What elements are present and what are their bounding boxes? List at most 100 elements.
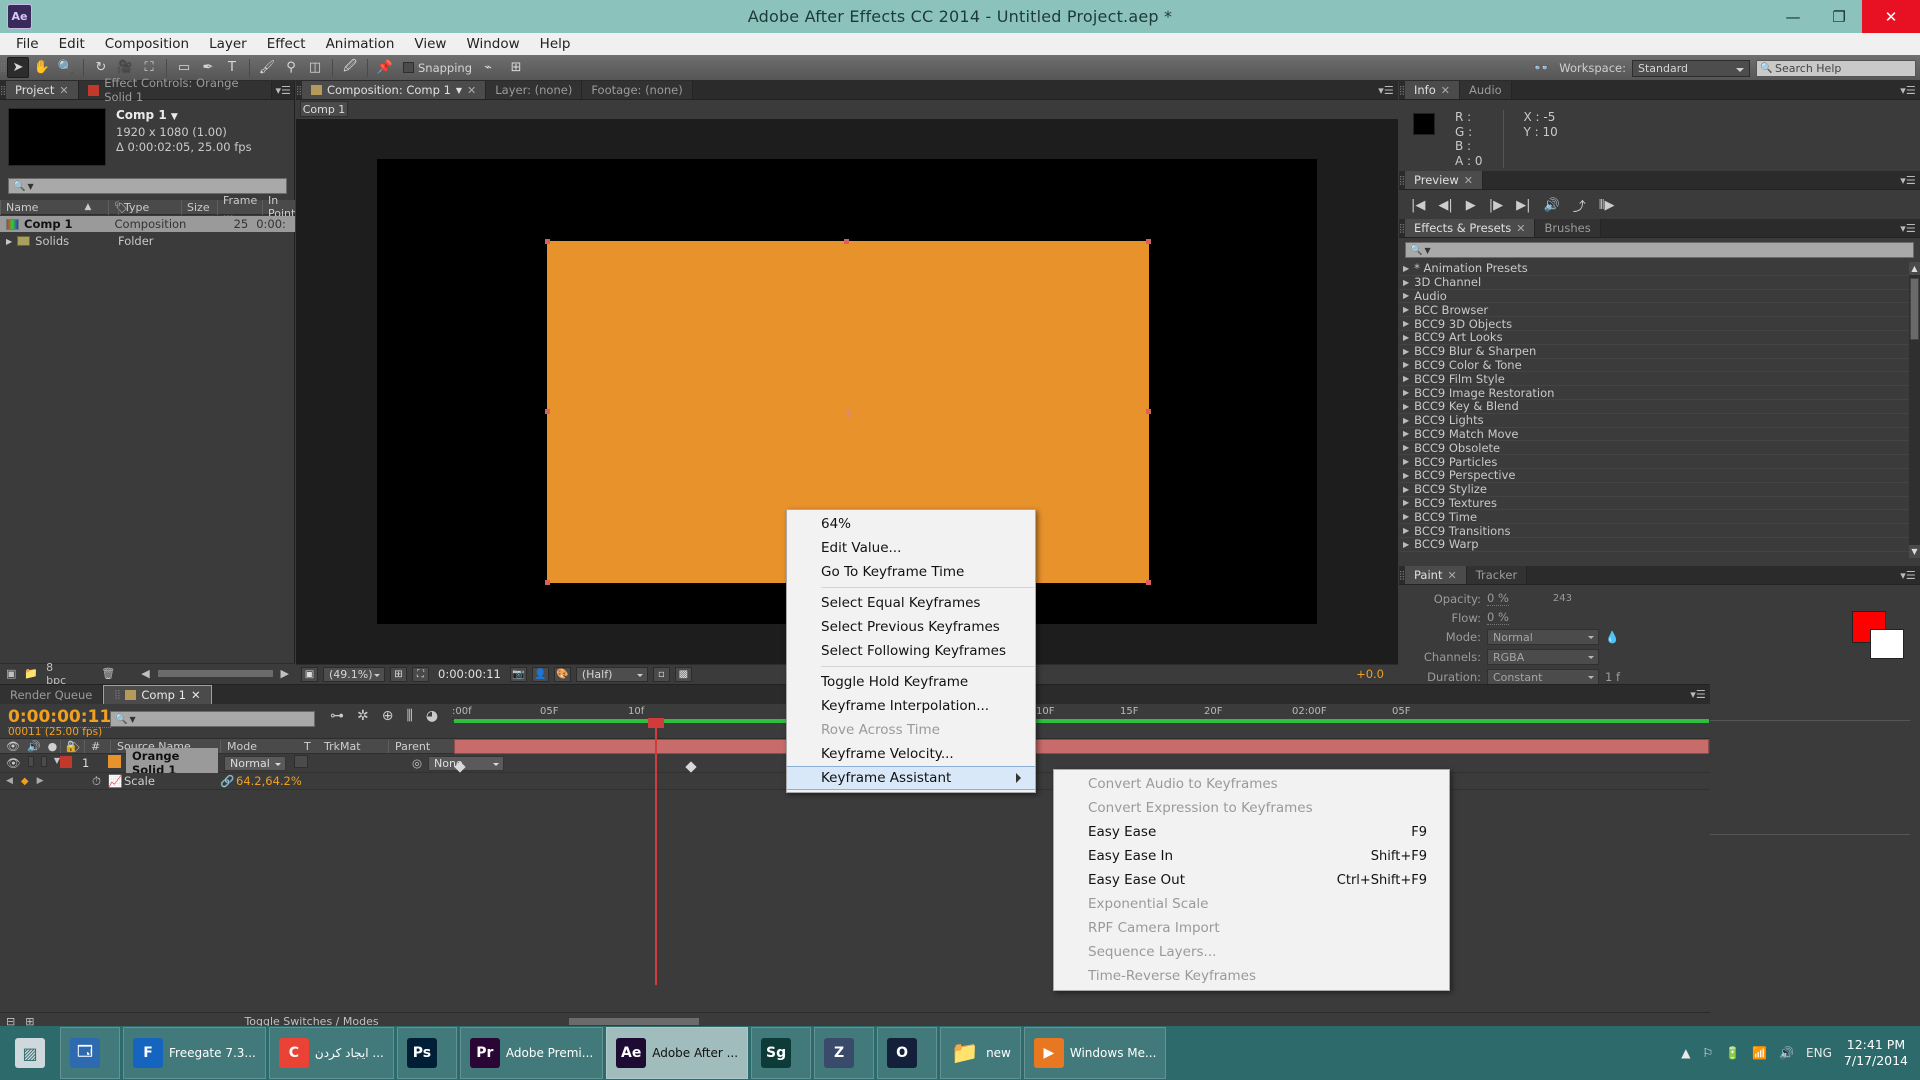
- selection-handle[interactable]: [545, 580, 550, 585]
- submenu-item[interactable]: Easy Ease F9: [1054, 820, 1449, 844]
- effects-list-item[interactable]: ▶ BCC9 Art Looks: [1399, 330, 1920, 345]
- context-menu-item[interactable]: Go To Keyframe Time: [787, 560, 1035, 584]
- transparency-grid-icon[interactable]: ▩: [674, 666, 692, 682]
- shape-tool-icon[interactable]: ▭: [173, 57, 195, 78]
- snapshot-icon[interactable]: 📷: [509, 666, 527, 682]
- opacity-value[interactable]: 0 %: [1487, 591, 1509, 606]
- comp-timecode[interactable]: 0:00:00:11: [434, 667, 505, 681]
- tab-tracker[interactable]: Tracker: [1466, 566, 1528, 584]
- flow-value[interactable]: 0 %: [1487, 610, 1509, 625]
- taskbar-item[interactable]: F Freegate 7.3...: [123, 1027, 266, 1079]
- expand-caret-icon[interactable]: ▶: [1403, 471, 1409, 480]
- timeline-search-input[interactable]: 🔍 ▼: [110, 711, 315, 727]
- panel-menu-icon[interactable]: ▾☰: [272, 81, 294, 99]
- selection-handle[interactable]: [1146, 239, 1151, 244]
- expand-caret-icon[interactable]: ▶: [1403, 540, 1409, 549]
- expand-caret-icon[interactable]: ▶: [1403, 347, 1409, 356]
- submenu-item[interactable]: Easy Ease In Shift+F9: [1054, 844, 1449, 868]
- context-menu-item[interactable]: Keyframe Interpolation...: [787, 694, 1035, 718]
- channel-select-icon[interactable]: 🎨: [553, 666, 571, 682]
- expand-caret-icon[interactable]: ▶: [1403, 429, 1409, 438]
- taskbar-item[interactable]: Pr Adobe Premi...: [459, 1027, 604, 1079]
- menu-animation[interactable]: Animation: [316, 34, 405, 54]
- scroll-right-icon[interactable]: ▶: [281, 667, 289, 680]
- effects-list-item[interactable]: ▶ BCC Browser: [1399, 303, 1920, 318]
- puppet-pin-tool-icon[interactable]: 📌: [374, 57, 396, 78]
- snapping-checkbox[interactable]: [403, 62, 414, 73]
- close-icon[interactable]: ✕: [1516, 222, 1525, 235]
- context-menu-item[interactable]: Select Previous Keyframes: [787, 615, 1035, 639]
- keyframe-marker[interactable]: [454, 761, 466, 773]
- expand-caret-icon[interactable]: ▶: [1403, 498, 1409, 507]
- menu-composition[interactable]: Composition: [95, 34, 199, 54]
- playhead-handle[interactable]: [648, 718, 664, 728]
- context-menu-item[interactable]: Select Equal Keyframes: [787, 591, 1035, 615]
- taskbar-item[interactable]: 🗔: [60, 1027, 120, 1079]
- effects-list-item[interactable]: ▶ BCC9 Warp: [1399, 537, 1920, 552]
- new-folder-icon[interactable]: 📁: [24, 667, 38, 680]
- selection-handle[interactable]: [1146, 580, 1151, 585]
- expand-caret-icon[interactable]: ▶: [1403, 360, 1409, 369]
- expand-caret-icon[interactable]: ▶: [1403, 319, 1409, 328]
- tab-effects-presets[interactable]: Effects & Presets ✕: [1405, 219, 1536, 237]
- scroll-left-icon[interactable]: ◀: [141, 667, 149, 680]
- background-color-swatch[interactable]: [1870, 629, 1904, 659]
- expand-caret-icon[interactable]: ▶: [1403, 457, 1409, 466]
- constrain-proportions-icon[interactable]: 🔗: [220, 774, 236, 788]
- composition-mini-flowchart-icon[interactable]: ⊶: [330, 708, 344, 724]
- submenu-item[interactable]: Easy Ease Out Ctrl+Shift+F9: [1054, 868, 1449, 892]
- text-tool-icon[interactable]: T: [221, 57, 243, 78]
- effects-list-item[interactable]: ▶ BCC9 3D Objects: [1399, 317, 1920, 331]
- always-preview-icon[interactable]: ▣: [301, 666, 318, 682]
- roto-brush-tool-icon[interactable]: 🖉: [339, 57, 361, 78]
- camera-tool-icon[interactable]: 🎥: [114, 57, 136, 78]
- property-name[interactable]: Scale: [124, 774, 220, 788]
- layer-color-swatch[interactable]: [60, 755, 82, 771]
- tab-render-queue[interactable]: Render Queue: [0, 685, 104, 704]
- tab-comp1-timeline[interactable]: ⣿ Comp 1 ✕: [103, 685, 212, 704]
- anchor-point-icon[interactable]: ✛: [843, 408, 854, 419]
- context-menu-item[interactable]: Edit Value...: [787, 536, 1035, 560]
- scrollbar-thumb[interactable]: [1910, 278, 1919, 340]
- audio-switch-icon[interactable]: 🔊: [27, 740, 41, 753]
- tab-paint[interactable]: Paint ✕: [1405, 566, 1467, 584]
- mode-select[interactable]: Normal: [1487, 629, 1599, 645]
- next-frame-icon[interactable]: |▶: [1489, 198, 1503, 213]
- pan-behind-tool-icon[interactable]: ⛶: [138, 57, 160, 78]
- effects-list-item[interactable]: ▶ BCC9 Match Move: [1399, 427, 1920, 442]
- selection-handle[interactable]: [844, 239, 849, 244]
- scroll-up-icon[interactable]: ▲: [1909, 262, 1920, 275]
- selection-handle[interactable]: [545, 239, 550, 244]
- expand-caret-icon[interactable]: ▶: [1403, 278, 1409, 287]
- hand-tool-icon[interactable]: ✋: [31, 57, 53, 78]
- column-size[interactable]: Size: [181, 199, 217, 215]
- effects-list-item[interactable]: ▶ BCC9 Film Style: [1399, 372, 1920, 387]
- layer-trkmat-toggle[interactable]: [294, 755, 308, 768]
- effects-search-input[interactable]: 🔍 ▼: [1405, 242, 1914, 258]
- expand-caret-icon[interactable]: ▶: [1403, 512, 1409, 521]
- expand-caret-icon[interactable]: ▶: [1403, 291, 1409, 300]
- close-icon[interactable]: ✕: [59, 84, 68, 97]
- scroll-down-icon[interactable]: ▼: [1909, 545, 1920, 558]
- tab-project[interactable]: Project ✕: [6, 81, 79, 99]
- effects-list-item[interactable]: ▶ BCC9 Lights: [1399, 413, 1920, 428]
- taskbar-item[interactable]: Ae Adobe After ...: [606, 1027, 749, 1079]
- effects-list-item[interactable]: ▶ BCC9 Color & Tone: [1399, 358, 1920, 373]
- new-comp-icon[interactable]: ▣: [6, 667, 16, 680]
- first-frame-icon[interactable]: |◀: [1411, 198, 1425, 213]
- close-icon[interactable]: ✕: [1464, 174, 1473, 187]
- menu-effect[interactable]: Effect: [257, 34, 316, 54]
- context-menu-item[interactable]: Toggle Hold Keyframe: [787, 670, 1035, 694]
- show-snapshot-icon[interactable]: 👤: [531, 666, 549, 682]
- taskbar-item[interactable]: 📁 new: [940, 1027, 1021, 1079]
- start-button[interactable]: ▨: [0, 1026, 60, 1080]
- tab-composition[interactable]: Composition: Comp 1 ▼ ✕: [302, 81, 487, 99]
- eyedropper-icon[interactable]: 💧: [1605, 630, 1619, 644]
- panel-menu-icon[interactable]: ▾☰: [1896, 219, 1920, 237]
- comp-subtab[interactable]: Comp 1: [300, 101, 348, 117]
- ram-preview-icon[interactable]: ⦀▶: [1599, 198, 1615, 213]
- context-menu-item[interactable]: 64%: [787, 512, 1035, 536]
- clone-stamp-tool-icon[interactable]: ⚲: [280, 57, 302, 78]
- graph-editor-set-icon[interactable]: 📈: [108, 774, 124, 788]
- keyframe-context-menu[interactable]: 64% Edit Value... Go To Keyframe Time Selec…: [786, 509, 1036, 793]
